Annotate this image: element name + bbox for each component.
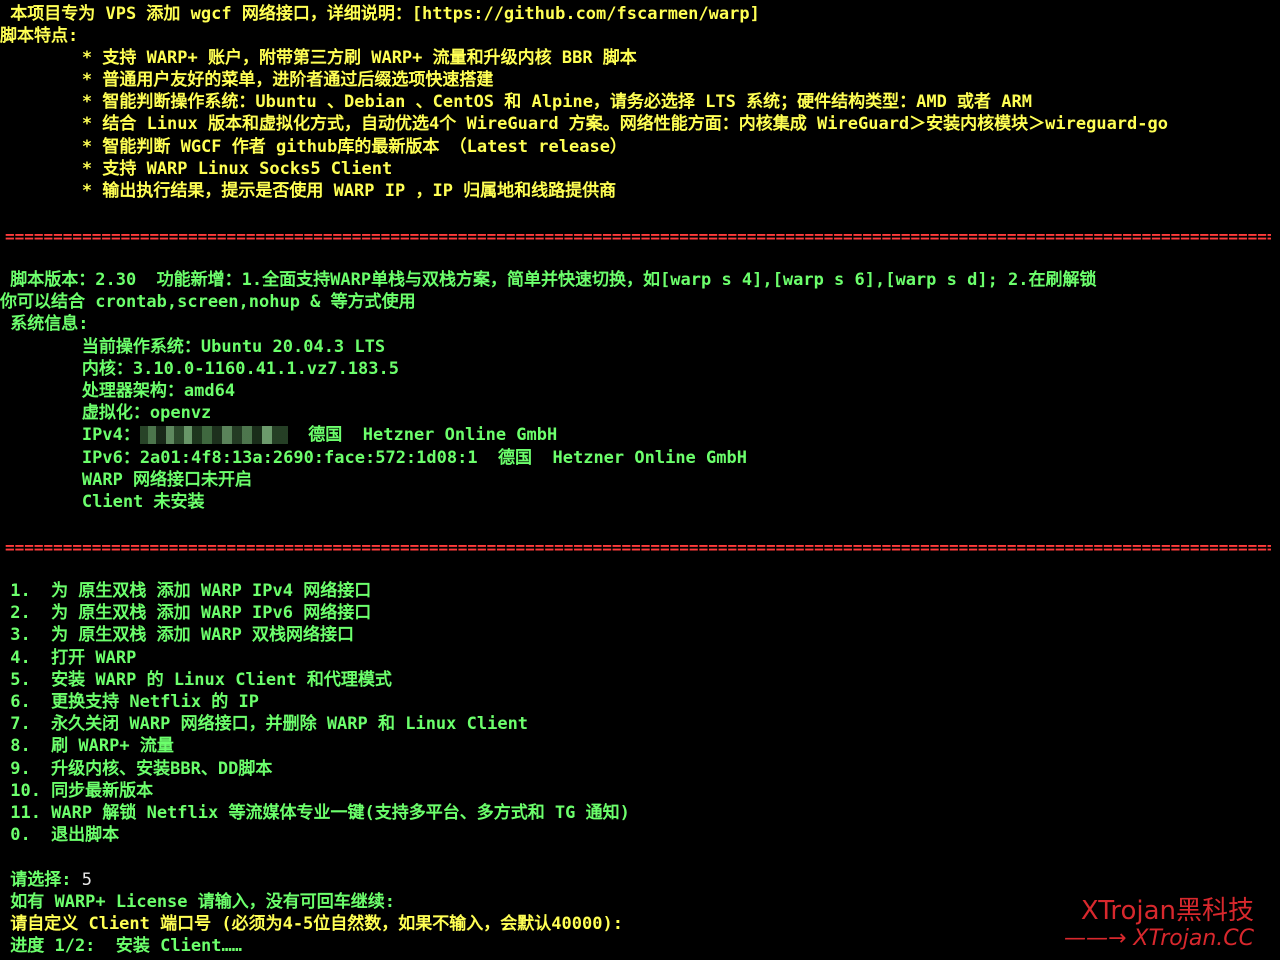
separator-line: ========================================… xyxy=(5,233,1271,241)
port-prompt: 请自定义 Client 端口号 (必须为4-5位自然数，如果不输入，会默认400… xyxy=(0,914,623,934)
separator-line: ========================================… xyxy=(5,544,1271,552)
menu-item-0: 0. 退出脚本 xyxy=(0,825,120,845)
choice-label: 请选择: xyxy=(0,870,82,890)
menu-item-1: 1. 为 原生双栈 添加 WARP IPv4 网络接口 xyxy=(0,581,372,601)
menu-item-11: 11. WARP 解锁 Netflix 等流媒体专业一键(支持多平台、多方式和 … xyxy=(0,803,630,823)
terminal-window[interactable]: 本项目专为 VPS 添加 wgcf 网络接口，详细说明：[https://git… xyxy=(0,0,1280,960)
menu-item-9: 9. 升级内核、安装BBR、DD脚本 xyxy=(0,759,273,779)
redacted-ip-mosaic xyxy=(139,426,288,444)
client-status: Client 未安装 xyxy=(0,492,205,512)
feature-item: * 输出执行结果，提示是否使用 WARP IP ，IP 归属地和线路提供商 xyxy=(0,181,617,201)
warp-status: WARP 网络接口未开启 xyxy=(0,470,253,490)
usage-line: 你可以结合 crontab,screen,nohup & 等方式使用 xyxy=(0,292,416,312)
kernel-info: 内核：3.10.0-1160.41.1.vz7.183.5 xyxy=(0,359,399,379)
watermark: XTrojan黑科技 ——→ XTrojan.CC xyxy=(1064,896,1254,952)
version-line: 脚本版本：2.30 功能新增：1.全面支持WARP单栈与双栈方案，简单并快速切换… xyxy=(0,270,1097,290)
feature-item: * 普通用户友好的菜单，进阶者通过后缀选项快速搭建 xyxy=(0,70,494,90)
menu-item-7: 7. 永久关闭 WARP 网络接口，并删除 WARP 和 Linux Clien… xyxy=(0,714,529,734)
menu-item-2: 2. 为 原生双栈 添加 WARP IPv6 网络接口 xyxy=(0,603,372,623)
menu-item-3: 3. 为 原生双栈 添加 WARP 双栈网络接口 xyxy=(0,625,355,645)
menu-item-5: 5. 安装 WARP 的 Linux Client 和代理模式 xyxy=(0,670,392,690)
ipv4-location: 德国 Hetzner Online GmbH xyxy=(287,425,558,445)
feature-item: * 支持 WARP Linux Socks5 Client xyxy=(0,159,393,179)
menu-item-8: 8. 刷 WARP+ 流量 xyxy=(0,736,174,756)
ipv4-info: IPv4： 德国 Hetzner Online GmbH xyxy=(0,424,557,446)
progress-line: 进度 1/2: 安装 Client…… xyxy=(0,936,242,956)
watermark-subtitle: ——→ XTrojan.CC xyxy=(1064,926,1254,951)
feature-item: * 结合 Linux 版本和虚拟化方式，自动优选4个 WireGuard 方案。… xyxy=(0,114,1168,134)
os-info: 当前操作系统：Ubuntu 20.04.3 LTS xyxy=(0,337,386,357)
menu-item-4: 4. 打开 WARP xyxy=(0,648,137,668)
choice-input[interactable]: 5 xyxy=(82,870,92,890)
choice-prompt[interactable]: 请选择: 5 xyxy=(0,869,92,891)
watermark-title: XTrojan黑科技 xyxy=(1080,896,1254,926)
ipv4-label: IPv4： xyxy=(0,425,140,445)
menu-item-6: 6. 更换支持 Netflix 的 IP xyxy=(0,692,259,712)
ipv6-info: IPv6：2a01:4f8:13a:2690:face:572:1d08:1 德… xyxy=(0,448,747,468)
feature-item: * 智能判断操作系统：Ubuntu 、Debian 、CentOS 和 Alpi… xyxy=(0,92,1032,112)
sysinfo-title: 系统信息: xyxy=(0,314,89,334)
intro-line: 本项目专为 VPS 添加 wgcf 网络接口，详细说明：[https://git… xyxy=(0,4,760,24)
feature-item: * 支持 WARP+ 账户，附带第三方刷 WARP+ 流量和升级内核 BBR 脚… xyxy=(0,48,637,68)
arch-info: 处理器架构：amd64 xyxy=(0,381,236,401)
features-heading: 脚本特点: xyxy=(0,26,79,46)
menu-item-10: 10. 同步最新版本 xyxy=(0,781,154,801)
license-prompt: 如有 WARP+ License 请输入，没有可回车继续: xyxy=(0,892,395,912)
virt-info: 虚拟化：openvz xyxy=(0,403,212,423)
feature-item: * 智能判断 WGCF 作者 github库的最新版本 （Latest rele… xyxy=(0,137,627,157)
